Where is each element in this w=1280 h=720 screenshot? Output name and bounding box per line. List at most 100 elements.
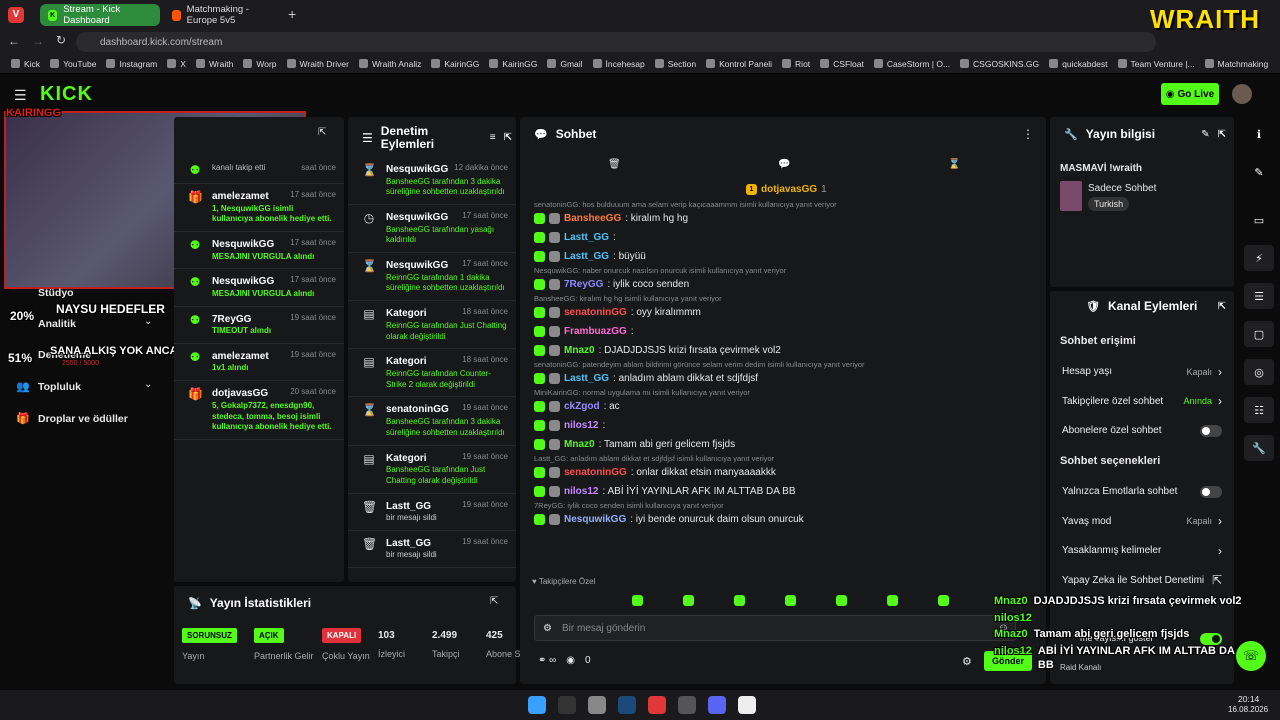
card-icon[interactable]: ▭	[1244, 207, 1274, 233]
chat-username[interactable]: Mnaz0	[564, 345, 595, 356]
chat-message[interactable]: Lastt_GG: büyüü	[520, 247, 1040, 266]
chat-bubble-icon[interactable]: 💬	[778, 159, 790, 170]
popout-icon[interactable]: ⇱	[504, 132, 512, 143]
chat-message[interactable]: BansheeGG: kiralım hg hg	[520, 209, 1040, 228]
chat-rail-icon[interactable]: ▢	[1244, 321, 1274, 347]
popout-icon[interactable]: ⇱	[1218, 129, 1226, 140]
broadcast-icon[interactable]: ◎	[1244, 359, 1274, 385]
go-live-button[interactable]: ◉ Go Live	[1161, 83, 1219, 105]
bookmark-item[interactable]: CSFloat	[815, 59, 869, 69]
chat-username[interactable]: Mnaz0	[564, 439, 595, 450]
more-options-icon[interactable]: ⋮	[1022, 127, 1034, 141]
setting-row[interactable]: Hesap yaşı Kapalı ›	[1050, 357, 1234, 387]
steam-icon[interactable]	[618, 696, 636, 714]
bookmark-item[interactable]: İncehesap	[588, 59, 650, 69]
hourglass-icon[interactable]: ⌛	[948, 159, 960, 170]
kick-logo[interactable]: KICK	[40, 83, 93, 106]
popout-icon[interactable]: ⇱	[318, 127, 326, 138]
tab-matchmaking[interactable]: Matchmaking - Europe 5v5	[164, 4, 284, 26]
chat-message[interactable]: senatoninGG: onlar dikkat etsin manyaaaa…	[520, 463, 1040, 482]
chat-message[interactable]: nilos12: ABİ İYİ YAYINLAR AFK IM ALTTAB …	[520, 482, 1040, 501]
chrome-icon[interactable]	[588, 696, 606, 714]
chat-message[interactable]: Lastt_GG:	[520, 228, 1040, 247]
bookmark-item[interactable]: Worp	[238, 59, 281, 69]
popout-icon[interactable]: ⇱	[1218, 301, 1226, 312]
chat-message[interactable]: nilos12:	[520, 416, 1040, 435]
bookmark-item[interactable]: quickabdest	[1044, 59, 1112, 69]
setting-row[interactable]: Yavaş mod Kapalı ›	[1050, 507, 1234, 537]
chat-username[interactable]: Lastt_GG	[564, 232, 609, 243]
hamburger-icon[interactable]: ☰	[14, 87, 27, 104]
list-icon[interactable]: ☰	[1244, 283, 1274, 309]
bookmark-item[interactable]: Kick	[6, 59, 45, 69]
windows-start-icon[interactable]	[528, 696, 546, 714]
bookmark-item[interactable]: Kontrol Paneli	[701, 59, 777, 69]
sidebar-item-community[interactable]: Topluluk	[38, 381, 81, 393]
chat-username[interactable]: 7ReyGG	[564, 279, 603, 290]
pinned-gift-bar[interactable]: 1 dotjavasGG 1	[746, 184, 827, 195]
chevron-down-icon[interactable]: ⌄	[144, 379, 152, 390]
chat-settings-icon[interactable]: ⚙	[543, 623, 552, 634]
trash-icon[interactable]: 🗑	[608, 159, 621, 170]
bookmark-item[interactable]: Instagram	[101, 59, 162, 69]
chat-message[interactable]: 7ReyGG: iylik coco senden	[520, 275, 1040, 294]
chat-username[interactable]: FrambuazGG	[564, 326, 627, 337]
chat-username[interactable]: senatoninGG	[564, 307, 627, 318]
sidebar-item-analytics[interactable]: Analitik	[38, 318, 76, 330]
bookmark-item[interactable]: X	[162, 59, 191, 69]
app-icon[interactable]	[738, 696, 756, 714]
bookmark-item[interactable]: KairinGG	[426, 59, 484, 69]
vivaldi-menu-icon[interactable]: V	[8, 7, 24, 23]
pencil-icon[interactable]: ✎	[1244, 159, 1274, 185]
setting-row[interactable]: Yalnızca Emotlarla sohbet	[1050, 477, 1234, 507]
chevron-down-icon[interactable]: ⌄	[144, 316, 152, 327]
bookmark-item[interactable]: Wraith Analiz	[354, 59, 426, 69]
setting-row[interactable]: Yasaklanmış kelimeler ›	[1050, 536, 1234, 566]
bookmark-item[interactable]: Team Venture |...	[1113, 59, 1200, 69]
tab-stream[interactable]: K Stream - Kick Dashboard	[40, 4, 160, 26]
forward-icon[interactable]: →	[32, 34, 44, 48]
moderator-icon[interactable]: ☷	[1244, 397, 1274, 423]
bookmark-item[interactable]: Wraith Driver	[282, 59, 354, 69]
discord-icon[interactable]	[708, 696, 726, 714]
sidebar-item-drops[interactable]: Droplar ve ödüller	[38, 413, 128, 425]
bookmark-item[interactable]: Section	[650, 59, 701, 69]
emote-strip[interactable]	[536, 595, 1036, 609]
category-name[interactable]: Sadece Sohbet	[1088, 183, 1156, 194]
setting-toggle[interactable]	[1200, 424, 1222, 437]
tag-chip[interactable]: Turkish	[1088, 197, 1130, 211]
url-field[interactable]: dashboard.kick.com/stream	[76, 32, 1156, 52]
setting-row[interactable]: Abonelere özel sohbet	[1050, 416, 1234, 446]
chat-username[interactable]: nilos12	[564, 486, 598, 497]
chat-message[interactable]: ckZgod: ac	[520, 397, 1040, 416]
chat-username[interactable]: ckZgod	[564, 401, 600, 412]
chat-input[interactable]: ⚙ Bir mesaj gönderin ☺	[534, 615, 1016, 641]
chat-message[interactable]: FrambuazGG:	[520, 322, 1040, 341]
chat-message[interactable]: Mnaz0: DJADJDJSJS krizi fırsata çevirmek…	[520, 341, 1040, 360]
bookmark-item[interactable]: Matchmaking	[1200, 59, 1274, 69]
bolt-icon[interactable]: ⚡	[1244, 245, 1274, 271]
chat-username[interactable]: NesquwikGG	[564, 514, 626, 525]
chat-username[interactable]: senatoninGG	[564, 467, 627, 478]
reload-icon[interactable]: ↻	[56, 33, 66, 47]
filter-icon[interactable]: ≡	[490, 132, 496, 143]
chat-username[interactable]: nilos12	[564, 420, 598, 431]
chat-username[interactable]: BansheeGG	[564, 213, 621, 224]
chat-message[interactable]: NesquwikGG: iyi bende onurcuk daim olsun…	[520, 510, 1040, 529]
bookmark-item[interactable]: CSGOSKINS.GG	[955, 59, 1044, 69]
chat-message[interactable]: senatoninGG: oyy kiralımmm	[520, 303, 1040, 322]
setting-row[interactable]: Takipçilere özel sohbet Anında ›	[1050, 387, 1234, 417]
sidebar-item-studio[interactable]: Stüdyo	[38, 287, 74, 299]
back-icon[interactable]: ←	[8, 34, 20, 48]
avatar[interactable]	[1232, 84, 1252, 104]
tool-icon[interactable]: 🔧	[1244, 435, 1274, 461]
chat-message[interactable]: Mnaz0: Tamam abi geri gelicem fjsjds	[520, 435, 1040, 454]
chat-username[interactable]: Lastt_GG	[564, 251, 609, 262]
bookmark-item[interactable]: Wraith	[191, 59, 238, 69]
bookmark-item[interactable]: YouTube	[45, 59, 101, 69]
search-icon[interactable]	[558, 696, 576, 714]
chat-settings-gear-icon[interactable]: ⚙	[962, 655, 972, 668]
settings-icon[interactable]	[678, 696, 696, 714]
popout-icon[interactable]: ⇱	[490, 596, 498, 607]
setting-row[interactable]: Yapay Zeka ile Sohbet Denetimi ⇱	[1050, 566, 1234, 596]
